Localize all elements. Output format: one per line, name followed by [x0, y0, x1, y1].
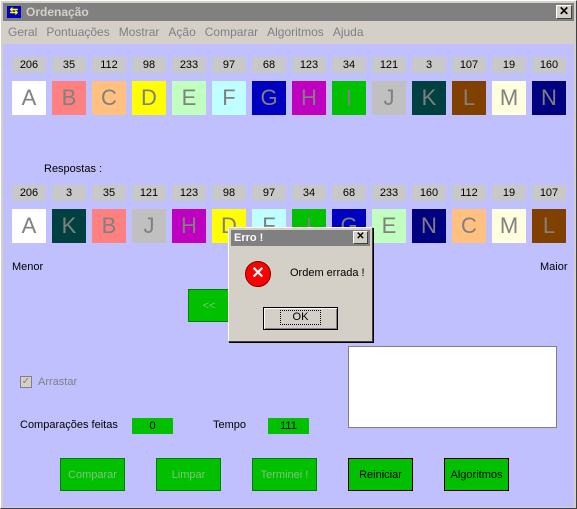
top_row-tile[interactable]: G — [252, 81, 286, 115]
menor-label: Menor — [12, 261, 44, 273]
top_row-tile[interactable]: M — [492, 81, 526, 115]
top_row-tile[interactable]: A — [12, 81, 46, 115]
answer_row-tile[interactable]: C — [452, 209, 486, 243]
answer_row-number: 160 — [412, 185, 446, 201]
top_row-number: 98 — [132, 57, 166, 73]
dialog-title: Erro ! ✕ — [231, 230, 370, 246]
top_row-tile[interactable]: L — [452, 81, 486, 115]
arrastar-checkbox[interactable]: ✓ — [20, 376, 32, 388]
limpar-button[interactable]: Limpar — [156, 458, 221, 491]
top_row-tile[interactable]: N — [532, 81, 566, 115]
answer_row-tile[interactable]: B — [92, 209, 126, 243]
dialog-close-button[interactable]: ✕ — [353, 231, 368, 244]
top_row-number: 206 — [12, 57, 46, 73]
arrastar-label: Arrastar — [38, 376, 78, 388]
top_row-tile[interactable]: J — [372, 81, 406, 115]
top_row-number: 19 — [492, 57, 526, 73]
result-box — [348, 346, 557, 428]
answer_row-tile[interactable]: L — [532, 209, 566, 243]
menu-item-geral[interactable]: Geral — [8, 25, 37, 39]
answer_row-number: 123 — [172, 185, 206, 201]
top_row-tile[interactable]: D — [132, 81, 166, 115]
top_row-number: 112 — [92, 57, 126, 73]
dialog-message: Ordem errada ! — [290, 267, 365, 279]
main-window: ⇆ Ordenação ✕ Geral Pontuações Mostrar Ação… — [0, 0, 577, 509]
top_row-tile[interactable]: E — [172, 81, 206, 115]
answer_row-tile[interactable]: J — [132, 209, 166, 243]
answer_row-number: 97 — [252, 185, 286, 201]
error-dialog: Erro ! ✕ ✕ Ordem errada ! OK — [228, 227, 373, 342]
menu-item-mostrar[interactable]: Mostrar — [119, 25, 160, 39]
top_row-tile[interactable]: B — [52, 81, 86, 115]
tempo-label: Tempo — [213, 419, 247, 431]
dialog-title-text: Erro ! — [234, 232, 264, 244]
app-icon: ⇆ — [7, 6, 21, 18]
answer_row-number: 35 — [92, 185, 126, 201]
ok-button-label: OK — [279, 310, 322, 325]
answer_row-number: 121 — [132, 185, 166, 201]
answer_row-tile[interactable]: M — [492, 209, 526, 243]
top_row-tile[interactable]: K — [412, 81, 446, 115]
answer_row-number: 34 — [292, 185, 326, 201]
maior-label: Maior — [540, 261, 568, 273]
comparacoes-value: 0 — [132, 418, 173, 434]
tempo-value: 111 — [268, 418, 309, 434]
menu-item-algoritmos[interactable]: Algoritmos — [267, 25, 324, 39]
menu-item-ajuda[interactable]: Ajuda — [333, 25, 364, 39]
top_row-number: 34 — [332, 57, 366, 73]
answer_row-number: 68 — [332, 185, 366, 201]
answer_row-tile[interactable]: E — [372, 209, 406, 243]
error-icon: ✕ — [245, 261, 271, 287]
top_row-number: 68 — [252, 57, 286, 73]
answer_row-number: 233 — [372, 185, 406, 201]
ok-button[interactable]: OK — [263, 307, 338, 330]
top_row-tile[interactable]: I — [332, 81, 366, 115]
menu-item-pontuaes[interactable]: Pontuações — [46, 25, 109, 39]
top_row-number: 3 — [412, 57, 446, 73]
top_row-number: 233 — [172, 57, 206, 73]
top_row-number: 123 — [292, 57, 326, 73]
terminei-button[interactable]: Terminei ! — [252, 458, 317, 491]
title-bar: ⇆ Ordenação ✕ — [3, 3, 574, 21]
window-title: Ordenação — [26, 5, 89, 19]
answer_row-number: 112 — [452, 185, 486, 201]
answer_row-tile[interactable]: N — [412, 209, 446, 243]
top_row-number: 107 — [452, 57, 486, 73]
top_row-tile[interactable]: C — [92, 81, 126, 115]
answer_row-number: 98 — [212, 185, 246, 201]
answer_row-tile[interactable]: K — [52, 209, 86, 243]
menu-item-ao[interactable]: Ação — [168, 25, 195, 39]
comparacoes-label: Comparações feitas — [20, 419, 118, 431]
answer_row-tile[interactable]: A — [12, 209, 46, 243]
comparar-button[interactable]: Comparar — [60, 458, 125, 491]
top_row-number: 35 — [52, 57, 86, 73]
top_row-number: 97 — [212, 57, 246, 73]
top_row-number: 121 — [372, 57, 406, 73]
top_row-tile[interactable]: F — [212, 81, 246, 115]
top_row-tile[interactable]: H — [292, 81, 326, 115]
answers-label: Respostas : — [44, 163, 103, 175]
algoritmos-button[interactable]: Algoritmos — [444, 458, 509, 491]
answer_row-number: 107 — [532, 185, 566, 201]
answer_row-tile[interactable]: H — [172, 209, 206, 243]
menu-item-comparar[interactable]: Comparar — [205, 25, 258, 39]
top_row-number: 160 — [532, 57, 566, 73]
answer_row-number: 19 — [492, 185, 526, 201]
hidden-button[interactable]: << — [188, 289, 230, 322]
reiniciar-button[interactable]: Reiniciar — [348, 458, 413, 491]
answer_row-number: 3 — [52, 185, 86, 201]
answer_row-number: 206 — [12, 185, 46, 201]
menu-bar: Geral Pontuações Mostrar Ação Comparar Algori… — [3, 22, 574, 42]
window-close-button[interactable]: ✕ — [556, 5, 572, 19]
